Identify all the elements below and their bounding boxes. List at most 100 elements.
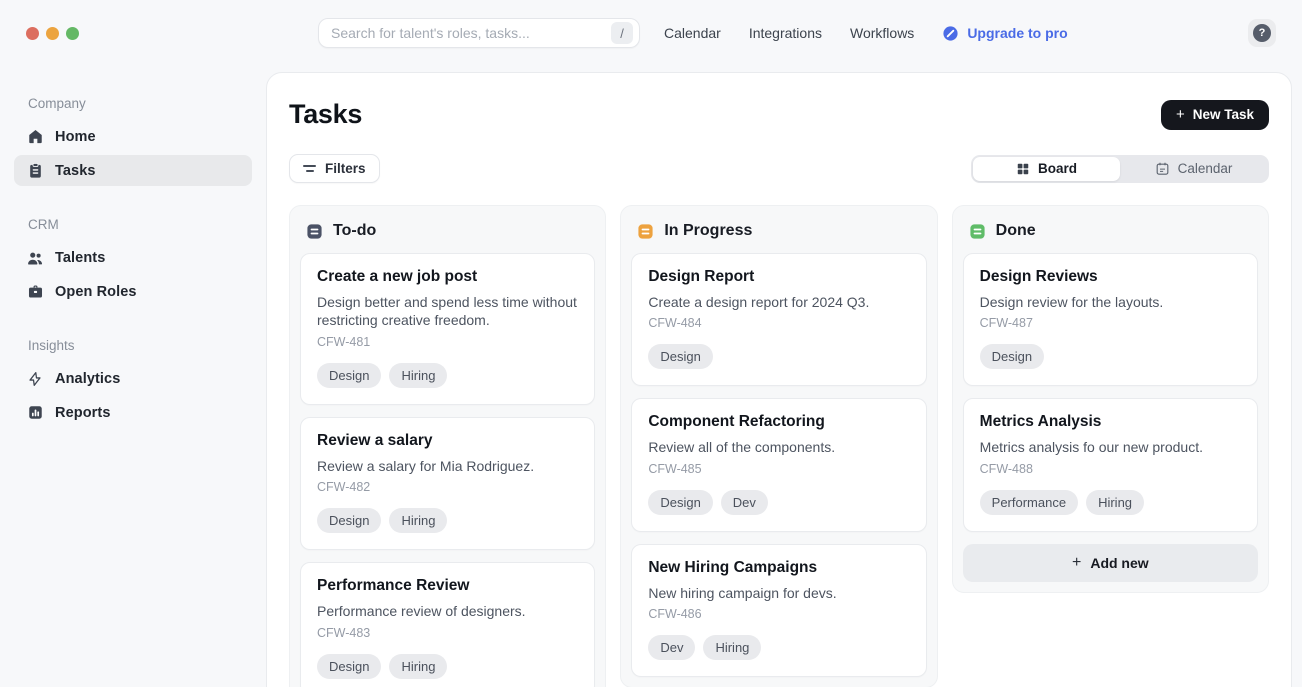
briefcase-icon xyxy=(26,283,44,301)
task-card[interactable]: Component Refactoring Review all of the … xyxy=(631,398,926,531)
tasks-icon xyxy=(26,162,44,180)
tag-hiring: Hiring xyxy=(389,508,447,533)
upgrade-label: Upgrade to pro xyxy=(967,25,1067,41)
tag-hiring: Hiring xyxy=(1086,490,1144,515)
filters-label: Filters xyxy=(325,161,366,176)
top-nav: Calendar Integrations Workflows Upgrade … xyxy=(664,25,1068,42)
card-title: Design Reviews xyxy=(980,268,1241,286)
card-description: Design review for the layouts. xyxy=(980,293,1241,311)
window-close-icon[interactable] xyxy=(26,27,39,40)
column-in-progress: In Progress Design Report Create a desig… xyxy=(620,205,937,687)
card-description: Create a design report for 2024 Q3. xyxy=(648,293,909,311)
sidebar-item-label: Open Roles xyxy=(55,284,137,300)
sidebar-item-tasks[interactable]: Tasks xyxy=(14,155,252,186)
card-title: Performance Review xyxy=(317,577,578,595)
plus-icon: + xyxy=(1072,554,1081,572)
tag-design: Design xyxy=(317,654,381,679)
sidebar-item-home[interactable]: Home xyxy=(14,121,252,152)
top-bar: / Calendar Integrations Workflows Upgrad… xyxy=(0,0,1302,66)
sidebar-item-label: Reports xyxy=(55,405,111,421)
column-title: In Progress xyxy=(664,222,752,240)
main-panel: Tasks + New Task Filters Board xyxy=(266,72,1292,687)
page-title: Tasks xyxy=(289,99,362,130)
home-icon xyxy=(26,128,44,146)
plus-icon: + xyxy=(1176,106,1185,123)
question-icon: ? xyxy=(1253,24,1271,42)
task-card[interactable]: Review a salary Review a salary for Mia … xyxy=(300,417,595,550)
card-description: New hiring campaign for devs. xyxy=(648,584,909,602)
card-title: Design Report xyxy=(648,268,909,286)
tag-dev: Dev xyxy=(721,490,768,515)
upgrade-to-pro-link[interactable]: Upgrade to pro xyxy=(942,25,1067,42)
search-input[interactable] xyxy=(331,25,611,41)
board-grid-icon xyxy=(1016,162,1030,176)
window-zoom-icon[interactable] xyxy=(66,27,79,40)
card-description: Performance review of designers. xyxy=(317,602,578,620)
view-toggle-board[interactable]: Board xyxy=(973,157,1120,181)
window-controls[interactable] xyxy=(26,27,79,40)
card-description: Design better and spend less time withou… xyxy=(317,293,578,330)
tag-design: Design xyxy=(317,363,381,388)
sidebar-item-label: Home xyxy=(55,129,96,145)
search-shortcut-badge: / xyxy=(611,22,633,44)
card-id: CFW-486 xyxy=(648,607,909,621)
sidebar-section-company: Company xyxy=(28,96,238,111)
sidebar-item-label: Analytics xyxy=(55,371,120,387)
sidebar-item-talents[interactable]: Talents xyxy=(14,242,252,273)
task-card[interactable]: Design Report Create a design report for… xyxy=(631,253,926,386)
card-id: CFW-487 xyxy=(980,316,1241,330)
tag-design: Design xyxy=(648,490,712,515)
tag-performance: Performance xyxy=(980,490,1078,515)
card-id: CFW-483 xyxy=(317,626,578,640)
done-status-icon xyxy=(969,223,986,240)
help-button[interactable]: ? xyxy=(1248,19,1276,47)
card-id: CFW-485 xyxy=(648,462,909,476)
column-title: Done xyxy=(996,222,1036,240)
task-card[interactable]: Design Reviews Design review for the lay… xyxy=(963,253,1258,386)
in-progress-status-icon xyxy=(637,223,654,240)
task-card[interactable]: New Hiring Campaigns New hiring campaign… xyxy=(631,544,926,677)
sidebar-item-reports[interactable]: Reports xyxy=(14,397,252,428)
nav-calendar[interactable]: Calendar xyxy=(664,25,721,41)
tag-hiring: Hiring xyxy=(703,635,761,660)
sidebar-item-label: Talents xyxy=(55,250,105,266)
card-description: Review all of the components. xyxy=(648,438,909,456)
card-id: CFW-481 xyxy=(317,335,578,349)
sidebar-section-insights: Insights xyxy=(28,338,238,353)
card-description: Metrics analysis fo our new product. xyxy=(980,438,1241,456)
view-toggle-calendar[interactable]: Calendar xyxy=(1120,157,1267,181)
todo-status-icon xyxy=(306,223,323,240)
task-card[interactable]: Performance Review Performance review of… xyxy=(300,562,595,687)
nav-integrations[interactable]: Integrations xyxy=(749,25,822,41)
tag-hiring: Hiring xyxy=(389,363,447,388)
search-box[interactable]: / xyxy=(318,18,640,48)
add-new-button[interactable]: + Add new xyxy=(963,544,1258,582)
task-card[interactable]: Metrics Analysis Metrics analysis fo our… xyxy=(963,398,1258,531)
tag-dev: Dev xyxy=(648,635,695,660)
card-id: CFW-484 xyxy=(648,316,909,330)
window-minimize-icon[interactable] xyxy=(46,27,59,40)
tag-hiring: Hiring xyxy=(389,654,447,679)
sidebar-item-analytics[interactable]: Analytics xyxy=(14,363,252,394)
card-id: CFW-482 xyxy=(317,480,578,494)
calendar-icon xyxy=(1155,161,1170,176)
card-description: Review a salary for Mia Rodriguez. xyxy=(317,457,578,475)
sidebar: Company Home Tasks CRM xyxy=(0,66,266,687)
filters-button[interactable]: Filters xyxy=(289,154,380,183)
nav-workflows[interactable]: Workflows xyxy=(850,25,914,41)
talents-icon xyxy=(26,249,44,267)
sidebar-item-open-roles[interactable]: Open Roles xyxy=(14,276,252,307)
board-label: Board xyxy=(1038,161,1077,176)
sidebar-section-crm: CRM xyxy=(28,217,238,232)
new-task-button[interactable]: + New Task xyxy=(1161,100,1269,130)
column-title: To-do xyxy=(333,222,376,240)
task-card[interactable]: Create a new job post Design better and … xyxy=(300,253,595,405)
card-title: Review a salary xyxy=(317,432,578,450)
calendar-label: Calendar xyxy=(1178,161,1233,176)
filter-lines-icon xyxy=(303,165,316,171)
pro-badge-icon xyxy=(942,25,959,42)
reports-icon xyxy=(26,404,44,422)
analytics-icon xyxy=(26,370,44,388)
add-new-label: Add new xyxy=(1090,555,1148,571)
card-title: Create a new job post xyxy=(317,268,578,286)
